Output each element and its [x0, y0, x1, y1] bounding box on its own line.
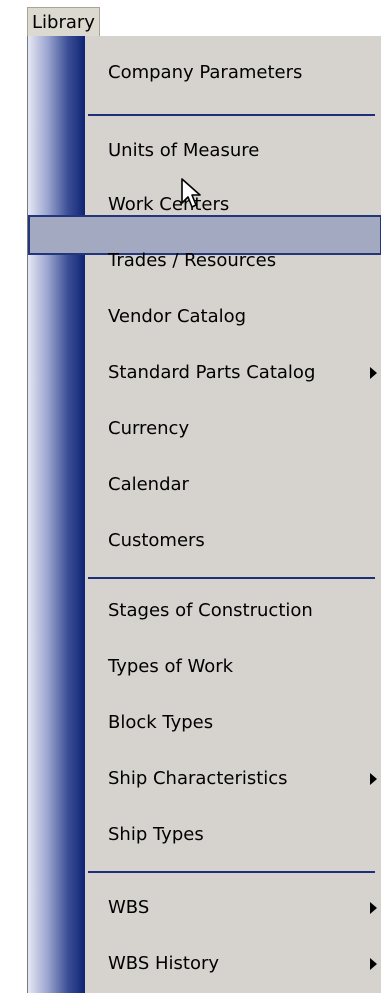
menu-item-standard-parts-catalog[interactable]: Standard Parts Catalog — [108, 358, 315, 388]
chevron-right-icon — [370, 902, 377, 914]
chevron-right-icon — [370, 958, 377, 970]
menu-item-company-parameters[interactable]: Company Parameters — [108, 58, 302, 88]
menu-separator — [88, 871, 375, 873]
menu-item-wbs-history[interactable]: WBS History — [108, 949, 219, 979]
menu-item-stages-of-construction[interactable]: Stages of Construction — [108, 596, 313, 626]
menu-separator — [88, 577, 375, 579]
menu-separator — [88, 114, 375, 116]
menu-side-gradient — [28, 36, 85, 993]
menu-item-ship-characteristics[interactable]: Ship Characteristics — [108, 764, 288, 794]
menu-item-block-types[interactable]: Block Types — [108, 708, 213, 738]
mouse-pointer-icon — [181, 178, 201, 208]
menu-library[interactable]: Library — [27, 7, 100, 37]
menu-item-work-centers[interactable]: Work Centers — [108, 190, 229, 220]
menu-item-trades-resources[interactable]: Trades / Resources — [108, 246, 276, 276]
chevron-right-icon — [370, 773, 377, 785]
menu-item-calendar[interactable]: Calendar — [108, 470, 189, 500]
menu-item-wbs[interactable]: WBS — [108, 893, 149, 923]
menu-item-ship-types[interactable]: Ship Types — [108, 820, 204, 850]
menu-item-currency[interactable]: Currency — [108, 414, 189, 444]
menu-item-vendor-catalog[interactable]: Vendor Catalog — [108, 302, 246, 332]
menu-item-units-of-measure[interactable]: Units of Measure — [108, 136, 259, 166]
menu-item-customers[interactable]: Customers — [108, 526, 205, 556]
chevron-right-icon — [370, 367, 377, 379]
menu-item-types-of-work[interactable]: Types of Work — [108, 652, 233, 682]
